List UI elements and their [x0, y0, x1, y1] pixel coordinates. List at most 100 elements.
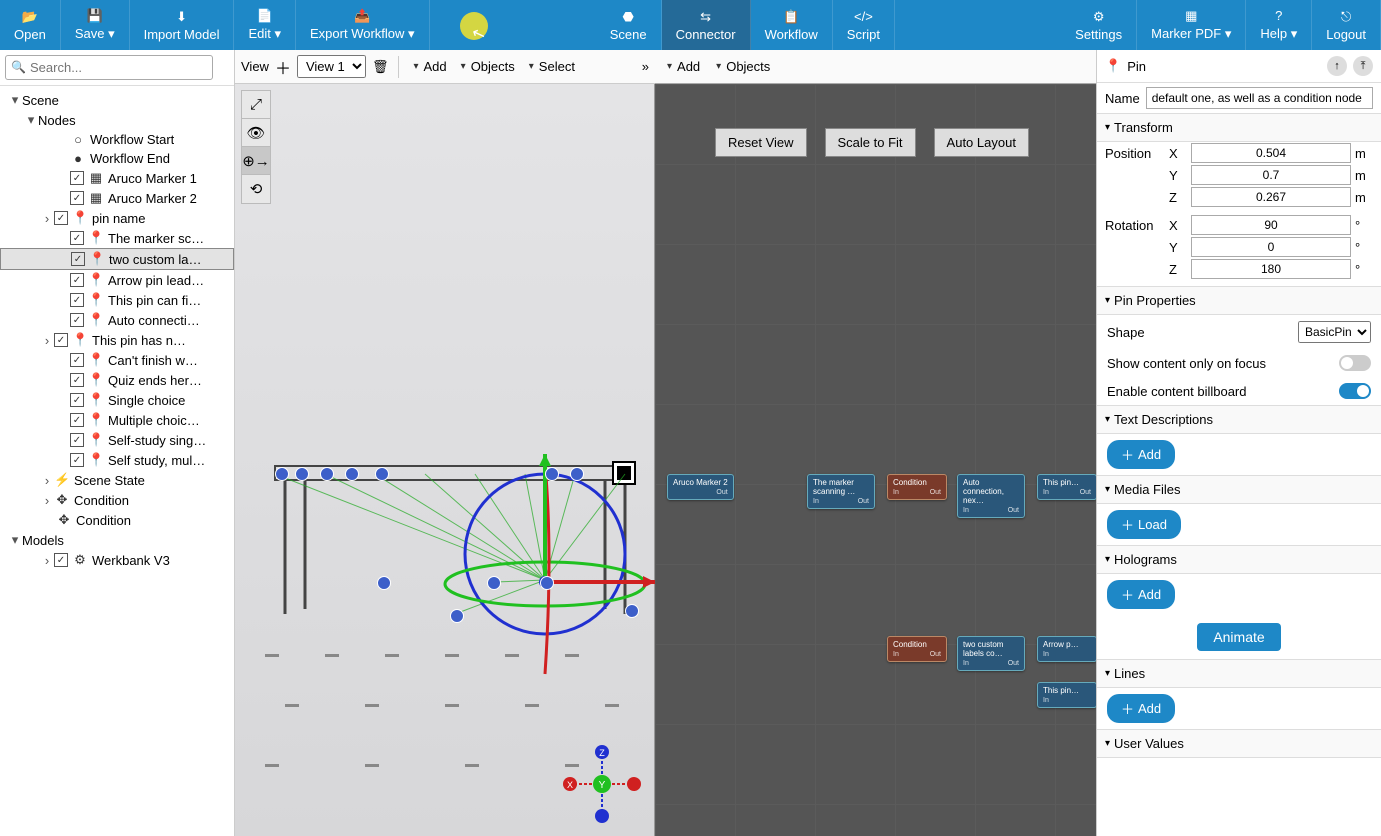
tree-item[interactable]: ✓📍Arrow pin lead… [0, 270, 234, 290]
viewport-select-menu[interactable]: Select [525, 57, 579, 76]
name-input[interactable] [1146, 87, 1373, 109]
settings-button[interactable]: ⚙Settings [1061, 0, 1137, 50]
nav-up-icon[interactable]: ↑ [1327, 56, 1347, 76]
section-text-desc[interactable]: Text Descriptions [1097, 405, 1381, 434]
tree-item[interactable]: ✓📍Self study, mul… [0, 450, 234, 470]
tree-models[interactable]: ▾Models [0, 530, 234, 550]
add-view-icon[interactable]: ＋ [275, 55, 291, 79]
viewport-3d[interactable]: ⤢ 👁 ⊕→ ⟲ [235, 84, 655, 836]
export-workflow-button[interactable]: 📤Export Workflow ▾ [296, 0, 430, 50]
tree-item[interactable]: ✓📍two custom la… [0, 248, 234, 270]
checkbox[interactable]: ✓ [70, 353, 84, 367]
viewport-add-menu[interactable]: Add [409, 57, 450, 76]
node-auto-conn[interactable]: Auto connection, nex…InOut [957, 474, 1025, 518]
tree-scene-state[interactable]: ›⚡Scene State [0, 470, 234, 490]
checkbox[interactable]: ✓ [70, 433, 84, 447]
script-tab[interactable]: </>Script [833, 0, 895, 50]
checkbox[interactable]: ✓ [70, 231, 84, 245]
connector-objects-menu[interactable]: Objects [712, 57, 774, 76]
connector-canvas[interactable]: Reset View Scale to Fit Auto Layout [655, 84, 1096, 836]
node-this-pin-2[interactable]: This pin…In [1037, 682, 1096, 708]
tree-item[interactable]: ✓📍This pin can fi… [0, 290, 234, 310]
checkbox[interactable]: ✓ [70, 273, 84, 287]
node-this-pin-1[interactable]: This pin…InOut [1037, 474, 1096, 500]
pos-x-input[interactable] [1191, 143, 1351, 163]
load-media-button[interactable]: ＋ Load [1107, 510, 1181, 539]
tree-item[interactable]: ›✓📍This pin has n… [0, 330, 234, 350]
checkbox[interactable]: ✓ [70, 171, 84, 185]
checkbox[interactable]: ✓ [54, 333, 68, 347]
delete-view-icon[interactable]: 🗑 [372, 59, 389, 75]
scene-tab[interactable]: ⬣Scene [596, 0, 662, 50]
checkbox[interactable]: ✓ [70, 191, 84, 205]
checkbox[interactable]: ✓ [70, 413, 84, 427]
node-condition-1[interactable]: ConditionInOut [887, 474, 947, 500]
axis-widget[interactable]: Y X Z [562, 744, 642, 824]
checkbox[interactable]: ✓ [70, 393, 84, 407]
search-input[interactable] [5, 55, 213, 80]
open-button[interactable]: 📂Open [0, 0, 61, 50]
node-condition-2[interactable]: ConditionInOut [887, 636, 947, 662]
tree-condition[interactable]: ›✥Condition [0, 490, 234, 510]
add-text-button[interactable]: ＋ Add [1107, 440, 1175, 469]
section-lines[interactable]: Lines [1097, 659, 1381, 688]
section-user-values[interactable]: User Values [1097, 729, 1381, 758]
section-media[interactable]: Media Files [1097, 475, 1381, 504]
rot-z-input[interactable] [1191, 259, 1351, 279]
tree-item[interactable]: ✓📍Can't finish w… [0, 350, 234, 370]
focus-toggle[interactable] [1339, 355, 1371, 371]
logout-button[interactable]: ⎋Logout [1312, 0, 1381, 50]
tree-scene[interactable]: ▾Scene [0, 90, 234, 110]
tree-nodes[interactable]: ▾Nodes [0, 110, 234, 130]
checkbox[interactable]: ✓ [70, 293, 84, 307]
tree-item[interactable]: ✓▦Aruco Marker 2 [0, 188, 234, 208]
tree-item[interactable]: ✓📍The marker sc… [0, 228, 234, 248]
add-line-button[interactable]: ＋ Add [1107, 694, 1175, 723]
section-holograms[interactable]: Holograms [1097, 545, 1381, 574]
checkbox[interactable]: ✓ [54, 211, 68, 225]
shape-select[interactable]: BasicPin [1298, 321, 1371, 343]
checkbox[interactable]: ✓ [70, 373, 84, 387]
auto-layout-button[interactable]: Auto Layout [934, 128, 1029, 157]
workflow-tab[interactable]: 📋Workflow [751, 0, 833, 50]
tree-item[interactable]: ●Workflow End [0, 149, 234, 168]
pos-z-input[interactable] [1191, 187, 1351, 207]
edit-button[interactable]: 📄Edit ▾ [234, 0, 296, 50]
tree-condition-2[interactable]: ✥Condition [0, 510, 234, 530]
tree-item[interactable]: ✓📍Auto connecti… [0, 310, 234, 330]
scale-to-fit-button[interactable]: Scale to Fit [825, 128, 916, 157]
tree-item[interactable]: ○Workflow Start [0, 130, 234, 149]
billboard-toggle[interactable] [1339, 383, 1371, 399]
save-button[interactable]: 💾Save ▾ [61, 0, 130, 50]
pos-y-input[interactable] [1191, 165, 1351, 185]
tree-item[interactable]: ✓📍Self-study sing… [0, 430, 234, 450]
view-select[interactable]: View 1 [297, 55, 366, 78]
tree-model-werkbank[interactable]: ›✓⚙Werkbank V3 [0, 550, 234, 570]
overflow-icon[interactable]: » [642, 59, 649, 74]
rot-x-input[interactable] [1191, 215, 1351, 235]
node-aruco[interactable]: Aruco Marker 2Out [667, 474, 734, 500]
connector-add-menu[interactable]: Add [663, 57, 704, 76]
tree-item[interactable]: ✓📍Single choice [0, 390, 234, 410]
reset-view-button[interactable]: Reset View [715, 128, 807, 157]
connector-tab[interactable]: ⇆Connector [662, 0, 751, 50]
checkbox[interactable]: ✓ [70, 313, 84, 327]
section-pin-props[interactable]: Pin Properties [1097, 286, 1381, 315]
nav-top-icon[interactable]: ⤒ [1353, 56, 1373, 76]
tree-item[interactable]: ✓📍Quiz ends her… [0, 370, 234, 390]
node-two-custom[interactable]: two custom labels co…InOut [957, 636, 1025, 671]
rot-y-input[interactable] [1191, 237, 1351, 257]
viewport-objects-menu[interactable]: Objects [457, 57, 519, 76]
add-hologram-button[interactable]: ＋ Add [1107, 580, 1175, 609]
checkbox[interactable]: ✓ [70, 453, 84, 467]
tree-item[interactable]: ›✓📍pin name [0, 208, 234, 228]
scene-tree[interactable]: ▾Scene ▾Nodes ○Workflow Start●Workflow E… [0, 86, 234, 836]
tree-item[interactable]: ✓▦Aruco Marker 1 [0, 168, 234, 188]
animate-button[interactable]: Animate [1197, 623, 1280, 651]
tree-item[interactable]: ✓📍Multiple choic… [0, 410, 234, 430]
section-transform[interactable]: Transform [1097, 113, 1381, 142]
node-marker-scan[interactable]: The marker scanning …InOut [807, 474, 875, 509]
help-button[interactable]: ?Help ▾ [1246, 0, 1312, 50]
node-arrow[interactable]: Arrow p…In [1037, 636, 1096, 662]
checkbox[interactable]: ✓ [71, 252, 85, 266]
